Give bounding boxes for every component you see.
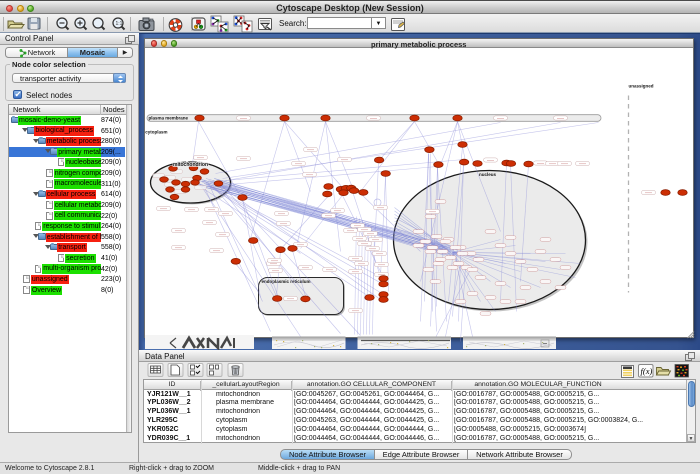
svg-text:f(x): f(x) <box>641 366 653 376</box>
svg-text:1:1: 1:1 <box>116 21 123 27</box>
